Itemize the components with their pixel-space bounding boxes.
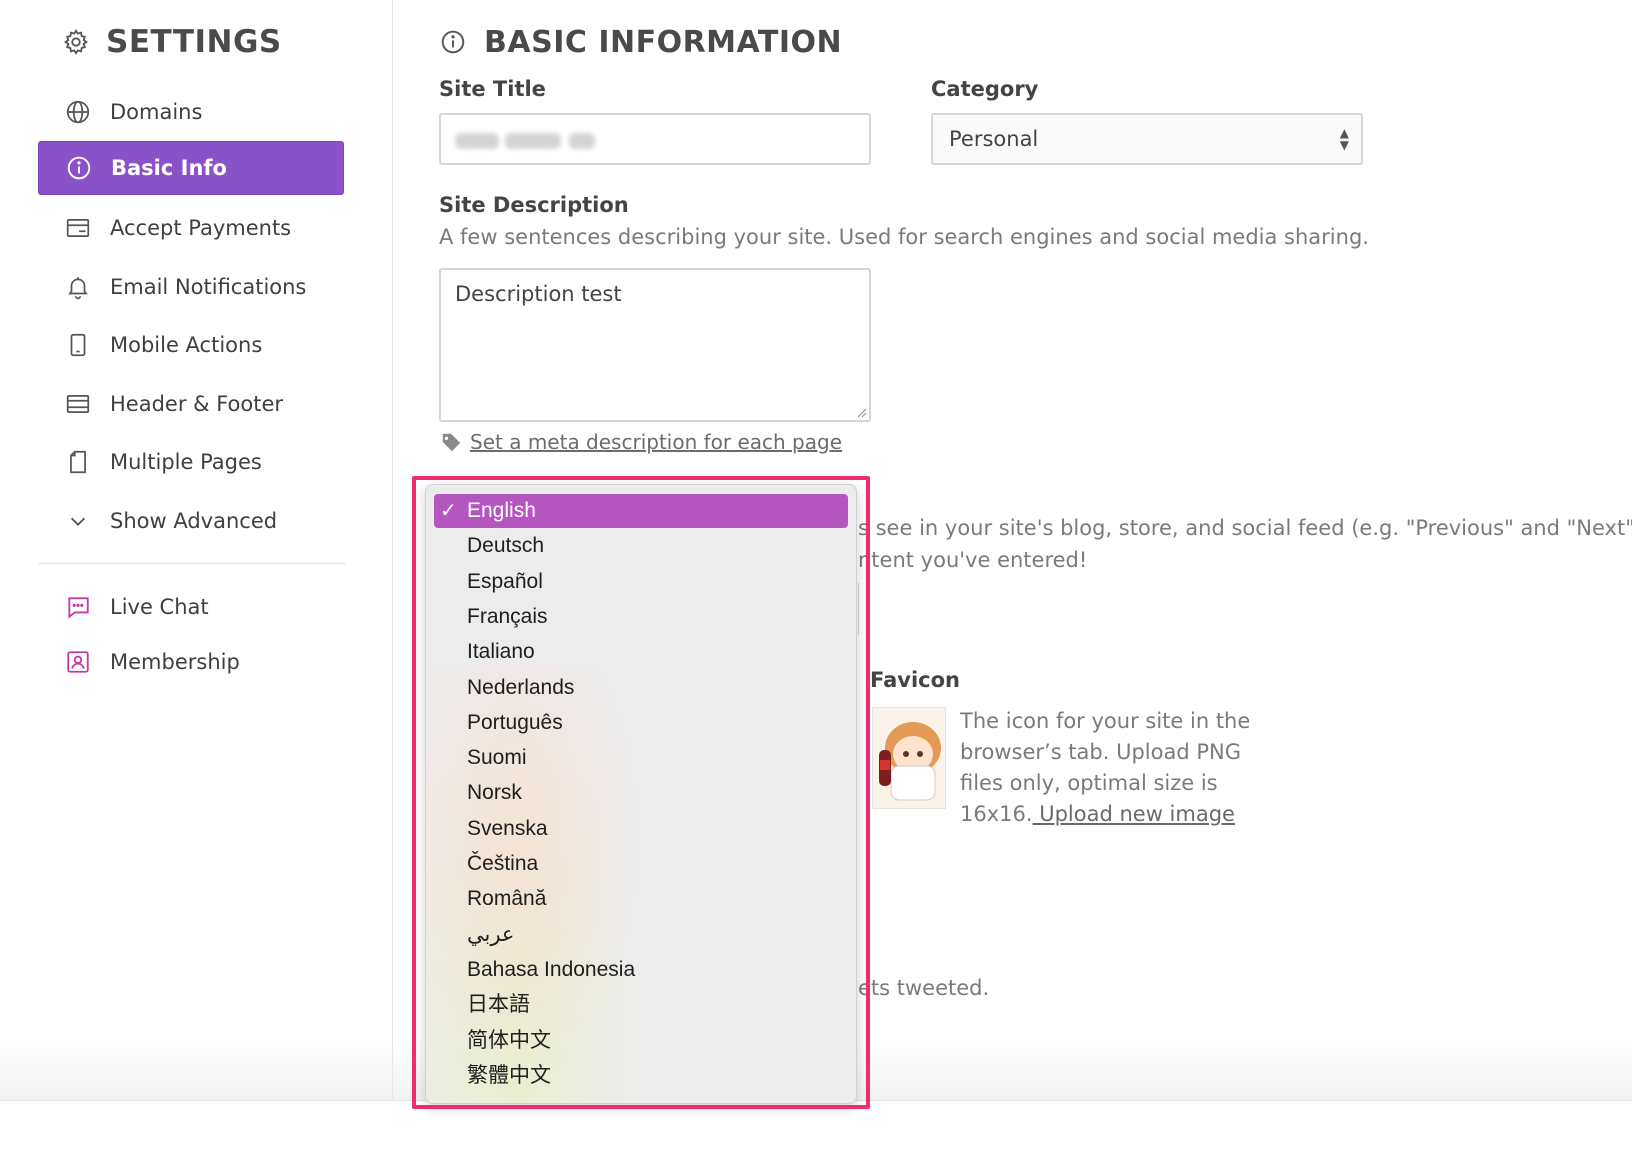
sidebar-item-accept-payments[interactable]: Accept Payments xyxy=(38,201,344,255)
sidebar-item-label: Multiple Pages xyxy=(110,450,262,474)
favicon-preview-image xyxy=(872,707,946,809)
section-title-text: BASIC INFORMATION xyxy=(484,24,843,60)
sidebar-item-label: Mobile Actions xyxy=(110,333,263,357)
category-select[interactable]: Personal ▲ ▼ xyxy=(931,113,1363,165)
site-description-label: Site Description xyxy=(439,193,629,217)
sidebar-item-live-chat[interactable]: Live Chat xyxy=(38,580,344,634)
redacted-text xyxy=(569,133,595,149)
sidebar-item-label: Accept Payments xyxy=(110,216,292,240)
sidebar-item-mobile-actions[interactable]: Mobile Actions xyxy=(38,318,344,372)
site-description-help: A few sentences describing your site. Us… xyxy=(439,225,1369,249)
info-icon xyxy=(65,154,93,182)
sidebar-item-label: Header & Footer xyxy=(110,392,284,416)
settings-title-text: SETTINGS xyxy=(106,24,282,60)
settings-title: SETTINGS xyxy=(62,18,282,66)
resize-grip-icon[interactable] xyxy=(857,408,867,418)
globe-icon xyxy=(64,98,92,126)
sidebar-item-label: Email Notifications xyxy=(110,275,307,299)
sidebar-item-basic-info[interactable]: Basic Info xyxy=(38,141,344,195)
meta-description-link[interactable]: Set a meta description for each page xyxy=(440,430,842,454)
category-select-value: Personal xyxy=(949,127,1039,151)
meta-description-link-text: Set a meta description for each page xyxy=(470,430,843,454)
select-arrows-icon: ▲ ▼ xyxy=(1339,126,1349,152)
sidebar-item-multiple-pages[interactable]: Multiple Pages xyxy=(38,435,344,489)
site-description-textarea[interactable]: Description test xyxy=(439,268,871,422)
site-description-value: Description test xyxy=(455,282,622,306)
credit-card-icon xyxy=(64,214,92,242)
site-title-input[interactable] xyxy=(439,113,871,165)
sidebar-item-label: Domains xyxy=(110,100,203,124)
category-label: Category xyxy=(931,77,1039,101)
sidebar-item-show-advanced[interactable]: Show Advanced xyxy=(38,494,344,548)
redacted-text xyxy=(455,133,499,149)
sidebar-item-label: Basic Info xyxy=(111,156,227,180)
tweet-help-text: ets tweeted. xyxy=(858,976,990,1000)
membership-icon xyxy=(64,648,92,676)
sidebar-item-email-notifications[interactable]: Email Notifications xyxy=(38,260,344,314)
site-title-label: Site Title xyxy=(439,77,546,101)
layout-icon xyxy=(64,390,92,418)
sidebar-item-domains[interactable]: Domains xyxy=(38,85,344,139)
info-icon xyxy=(441,30,465,54)
highlight-annotation-box xyxy=(412,476,870,1109)
sidebar-item-header-footer[interactable]: Header & Footer xyxy=(38,377,344,431)
sidebar-item-label: Membership xyxy=(110,650,240,674)
sidebar-item-label: Live Chat xyxy=(110,595,209,619)
sidebar-item-label: Show Advanced xyxy=(110,509,278,533)
sidebar-divider xyxy=(38,563,346,564)
chat-icon xyxy=(64,593,92,621)
sidebar-item-membership[interactable]: Membership xyxy=(38,635,344,689)
language-help-line2: ntent you've entered! xyxy=(858,548,1088,572)
upload-image-link[interactable]: Upload new image xyxy=(1033,802,1235,826)
redacted-text xyxy=(505,133,561,149)
mobile-icon xyxy=(64,331,92,359)
settings-sidebar: SETTINGS Domains Basic Info Accept Payme… xyxy=(0,0,393,1100)
section-title: BASIC INFORMATION xyxy=(440,18,842,66)
pages-icon xyxy=(64,448,92,476)
tag-icon xyxy=(441,433,461,452)
gear-icon xyxy=(63,29,89,55)
favicon-character-image xyxy=(873,708,945,808)
chevron-down-icon xyxy=(64,507,92,535)
favicon-title: Favicon xyxy=(870,668,960,692)
favicon-description: The icon for your site in the browser’s … xyxy=(960,706,1290,830)
bell-icon xyxy=(64,273,92,301)
language-help-line1: s see in your site's blog, store, and so… xyxy=(858,516,1632,540)
